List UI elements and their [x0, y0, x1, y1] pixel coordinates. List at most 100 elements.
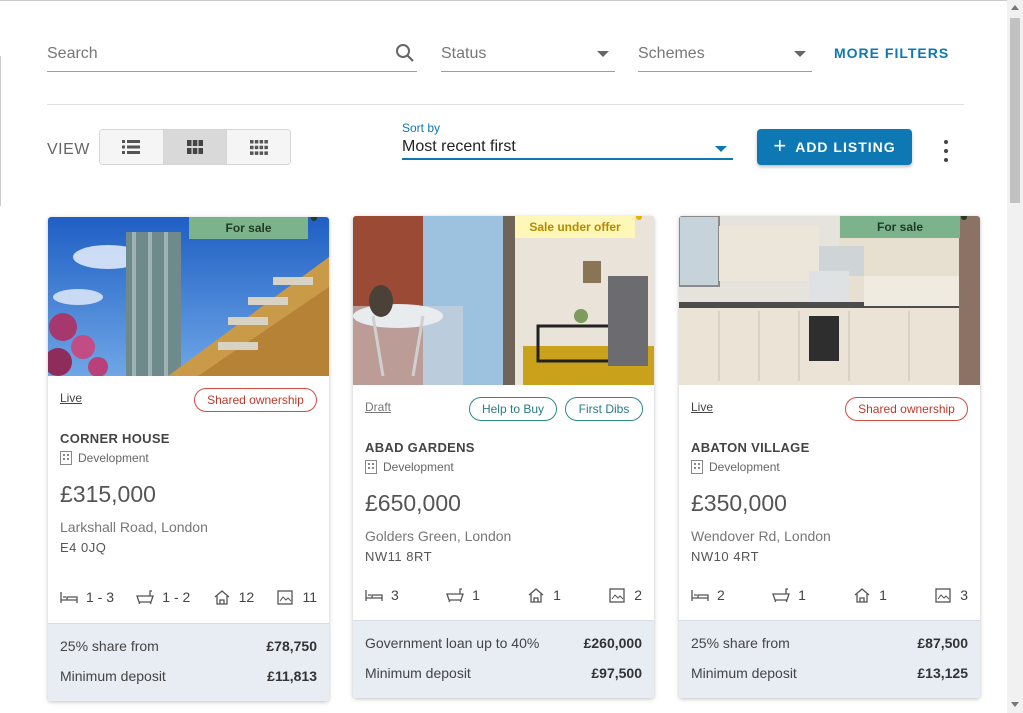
building-icon: [691, 460, 703, 474]
listing-stats: 2 1 1 3: [691, 585, 968, 605]
shared-ownership-chip: Shared ownership: [845, 397, 968, 421]
footer-label: 25% share from: [60, 638, 159, 654]
plus-icon: +: [773, 133, 788, 158]
bathrooms-stat: 1: [446, 587, 480, 603]
listing-stats: 1 - 3 1 - 2 12 11: [60, 587, 317, 607]
side-panel-edge: [0, 56, 1, 206]
footer-row: Minimum deposit £13,125: [691, 665, 968, 681]
listing-photo: [353, 216, 654, 385]
images-value: 3: [960, 587, 968, 603]
footer-value: £260,000: [583, 635, 642, 651]
grid-view-button[interactable]: [163, 130, 228, 164]
footer-row: 25% share from £87,500: [691, 635, 968, 651]
images-stat: 11: [276, 589, 317, 605]
footer-value: £78,750: [266, 638, 317, 654]
listing-type-label: Development: [78, 451, 149, 465]
bedrooms-value: 3: [391, 587, 399, 603]
image-icon: [277, 590, 294, 605]
listing-tag: Sale under offer: [515, 216, 635, 238]
listing-card[interactable]: For sale Live Shared ownership CORNER HO…: [48, 217, 329, 701]
footer-row: 25% share from £78,750: [60, 638, 317, 654]
footer-label: 25% share from: [691, 635, 790, 651]
listing-status-link[interactable]: Live: [60, 391, 82, 405]
sort-label: Sort by: [402, 121, 441, 135]
add-listing-button[interactable]: + ADD LISTING: [757, 129, 912, 165]
image-icon: [609, 588, 625, 603]
footer-value: £11,813: [267, 668, 317, 684]
images-value: 2: [634, 587, 642, 603]
sort-select[interactable]: Sort by Most recent first: [402, 120, 733, 160]
building-icon: [365, 460, 377, 474]
help-to-buy-chip: Help to Buy: [469, 397, 557, 421]
listing-postcode: NW11 8RT: [365, 549, 433, 564]
schemes-select[interactable]: Schemes: [638, 40, 812, 72]
units-stat: 1: [853, 587, 887, 603]
scroll-down-icon[interactable]: [1011, 702, 1019, 707]
listing-status-link[interactable]: Draft: [365, 400, 391, 414]
bedrooms-value: 1 - 3: [86, 589, 115, 605]
listing-type: Development: [365, 460, 454, 474]
listing-card[interactable]: For sale Live Shared ownership ABATON VI…: [679, 216, 980, 698]
listing-photo: [679, 216, 980, 385]
bedrooms-stat: 2: [691, 587, 725, 603]
listing-type: Development: [60, 451, 149, 465]
building-icon: [60, 451, 72, 465]
units-value: 1: [553, 587, 561, 603]
footer-value: £87,500: [917, 635, 968, 651]
footer-label: Minimum deposit: [691, 665, 797, 681]
more-filters-button[interactable]: MORE FILTERS: [834, 45, 949, 61]
bedrooms-stat: 3: [365, 587, 399, 603]
listing-footer: Government loan up to 40% £260,000 Minim…: [353, 620, 654, 698]
footer-label: Minimum deposit: [60, 668, 166, 684]
chevron-down-icon: [794, 51, 806, 57]
bath-icon: [772, 588, 790, 603]
scrollbar-thumb[interactable]: [1010, 18, 1020, 203]
bath-icon: [446, 588, 464, 603]
first-dibs-chip: First Dibs: [565, 397, 643, 421]
divider: [47, 104, 964, 105]
grid-view-icon: [187, 140, 203, 154]
schemes-placeholder: Schemes: [638, 45, 705, 62]
listing-footer: 25% share from £78,750 Minimum deposit £…: [48, 623, 329, 701]
chevron-down-icon: [597, 51, 609, 57]
units-value: 1: [879, 587, 887, 603]
image-icon: [935, 588, 951, 603]
bath-icon: [136, 590, 155, 605]
listing-price: £315,000: [60, 481, 156, 507]
search-placeholder: Search: [47, 45, 98, 62]
listing-type-label: Development: [709, 460, 780, 474]
bed-icon: [365, 590, 383, 601]
list-view-icon: [122, 140, 141, 154]
listing-name: ABAD GARDENS: [365, 440, 475, 455]
scroll-up-icon[interactable]: [1011, 5, 1019, 10]
listing-type: Development: [691, 460, 780, 474]
images-stat: 3: [934, 587, 968, 603]
listing-postcode: NW10 4RT: [691, 549, 760, 564]
view-toggle: [99, 129, 291, 165]
listing-card[interactable]: Sale under offer Draft Help to Buy First…: [353, 216, 654, 698]
status-select[interactable]: Status: [441, 40, 615, 72]
list-view-button[interactable]: [100, 130, 164, 164]
bathrooms-stat: 1: [772, 587, 806, 603]
bedrooms-stat: 1 - 3: [60, 589, 114, 605]
compact-grid-view-button[interactable]: [227, 130, 290, 164]
listing-address: Wendover Rd, London: [691, 528, 831, 544]
vertical-scrollbar[interactable]: [1007, 0, 1023, 713]
footer-row: Government loan up to 40% £260,000: [365, 635, 642, 651]
units-value: 12: [238, 589, 255, 605]
listing-price: £350,000: [691, 490, 787, 516]
listing-name: CORNER HOUSE: [60, 431, 170, 446]
listing-name: ABATON VILLAGE: [691, 440, 810, 455]
shared-ownership-chip: Shared ownership: [194, 388, 317, 412]
footer-label: Government loan up to 40%: [365, 635, 540, 651]
listing-price: £650,000: [365, 490, 461, 516]
sort-value: Most recent first: [402, 138, 516, 155]
bed-icon: [60, 592, 78, 603]
listing-status-link[interactable]: Live: [691, 400, 713, 414]
search-input[interactable]: Search: [47, 40, 417, 72]
bathrooms-value: 1: [472, 587, 480, 603]
view-label: VIEW: [47, 141, 90, 158]
units-stat: 1: [527, 587, 561, 603]
more-options-icon[interactable]: [940, 140, 952, 162]
search-icon[interactable]: [395, 43, 415, 63]
